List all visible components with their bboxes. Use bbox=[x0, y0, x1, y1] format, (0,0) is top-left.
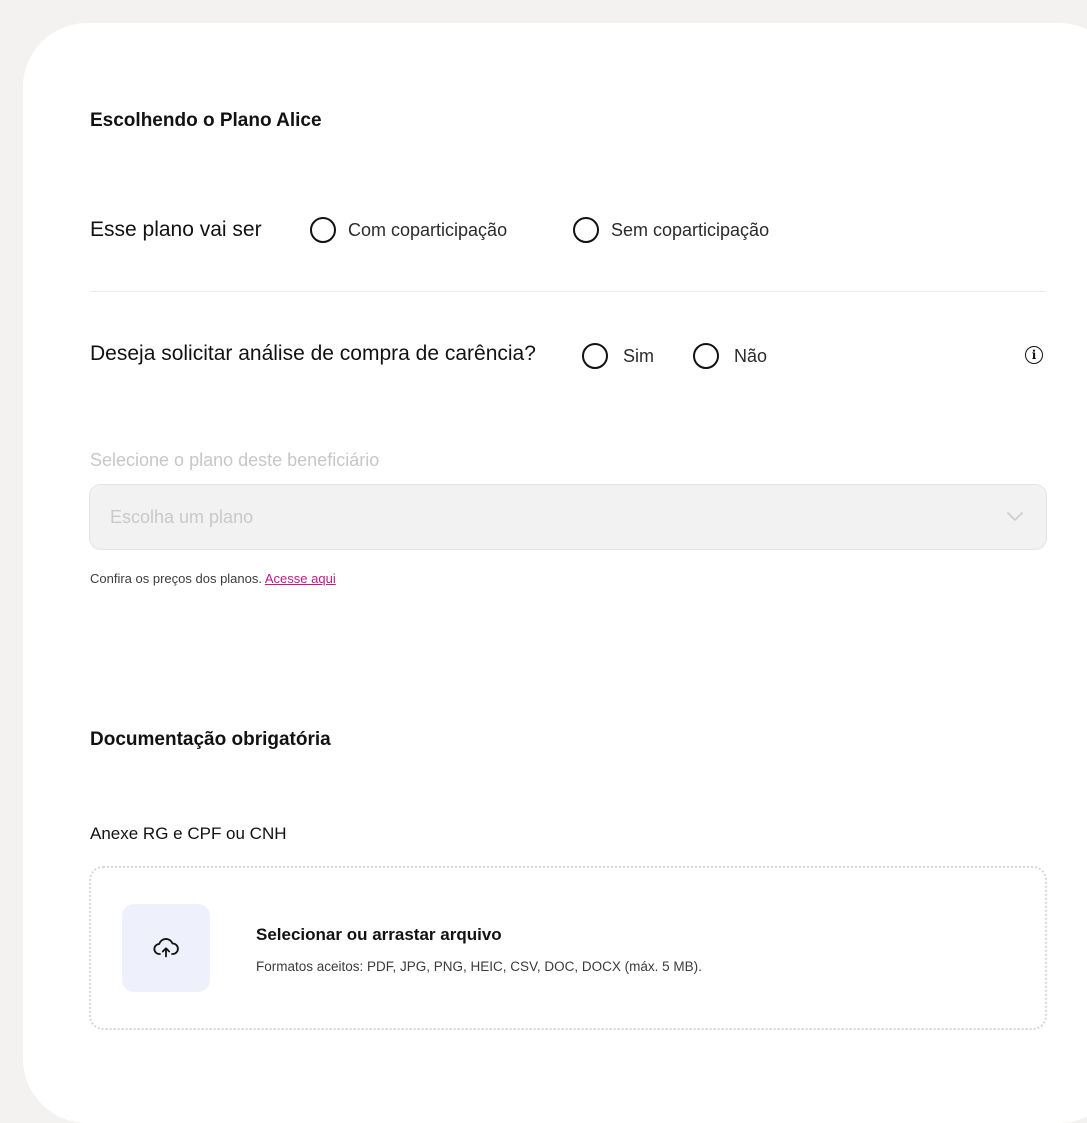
radio-com-coparticipacao[interactable]: Com coparticipação bbox=[310, 217, 507, 243]
cloud-upload-icon bbox=[153, 938, 179, 958]
section-title-docs: Documentação obrigatória bbox=[90, 729, 331, 750]
file-upload-dropzone[interactable] bbox=[89, 866, 1047, 1030]
upload-formats-text: Formatos aceitos: PDF, JPG, PNG, HEIC, C… bbox=[256, 959, 702, 974]
radio-sem-coparticipacao[interactable]: Sem coparticipação bbox=[573, 217, 769, 243]
chevron-down-icon bbox=[1007, 512, 1023, 521]
radio-label: Não bbox=[734, 345, 768, 366]
upload-title[interactable]: Selecionar ou arrastar arquivo bbox=[256, 925, 502, 945]
plan-select-label: Selecione o plano deste beneficiário bbox=[90, 450, 380, 470]
radio-circle[interactable] bbox=[582, 343, 608, 369]
radio-label: Sim bbox=[623, 345, 654, 366]
plan-prices-link[interactable]: Acesse aqui bbox=[265, 571, 336, 586]
section-title-plan: Escolhendo o Plano Alice bbox=[90, 110, 322, 131]
radio-carencia-nao[interactable]: Não bbox=[693, 343, 767, 369]
radio-circle[interactable] bbox=[573, 217, 599, 243]
plan-prices-helper: Confira os preços dos planos. Acesse aqu… bbox=[90, 571, 336, 586]
plan-select-placeholder: Escolha um plano bbox=[110, 506, 254, 527]
carencia-label: Deseja solicitar análise de compra de ca… bbox=[90, 342, 536, 365]
radio-circle[interactable] bbox=[693, 343, 719, 369]
plan-type-label: Esse plano vai ser bbox=[90, 218, 262, 241]
radio-label: Com coparticipação bbox=[348, 219, 508, 240]
divider bbox=[90, 291, 1046, 292]
helper-text: Confira os preços dos planos. bbox=[90, 571, 262, 586]
radio-label: Sem coparticipação bbox=[611, 219, 770, 240]
plan-select[interactable]: Escolha um plano bbox=[89, 484, 1047, 550]
info-icon[interactable]: i bbox=[1025, 346, 1043, 364]
upload-icon-container[interactable] bbox=[122, 904, 210, 992]
radio-circle[interactable] bbox=[310, 217, 336, 243]
upload-label: Anexe RG e CPF ou CNH bbox=[90, 824, 287, 843]
radio-carencia-sim[interactable]: Sim bbox=[582, 343, 654, 369]
